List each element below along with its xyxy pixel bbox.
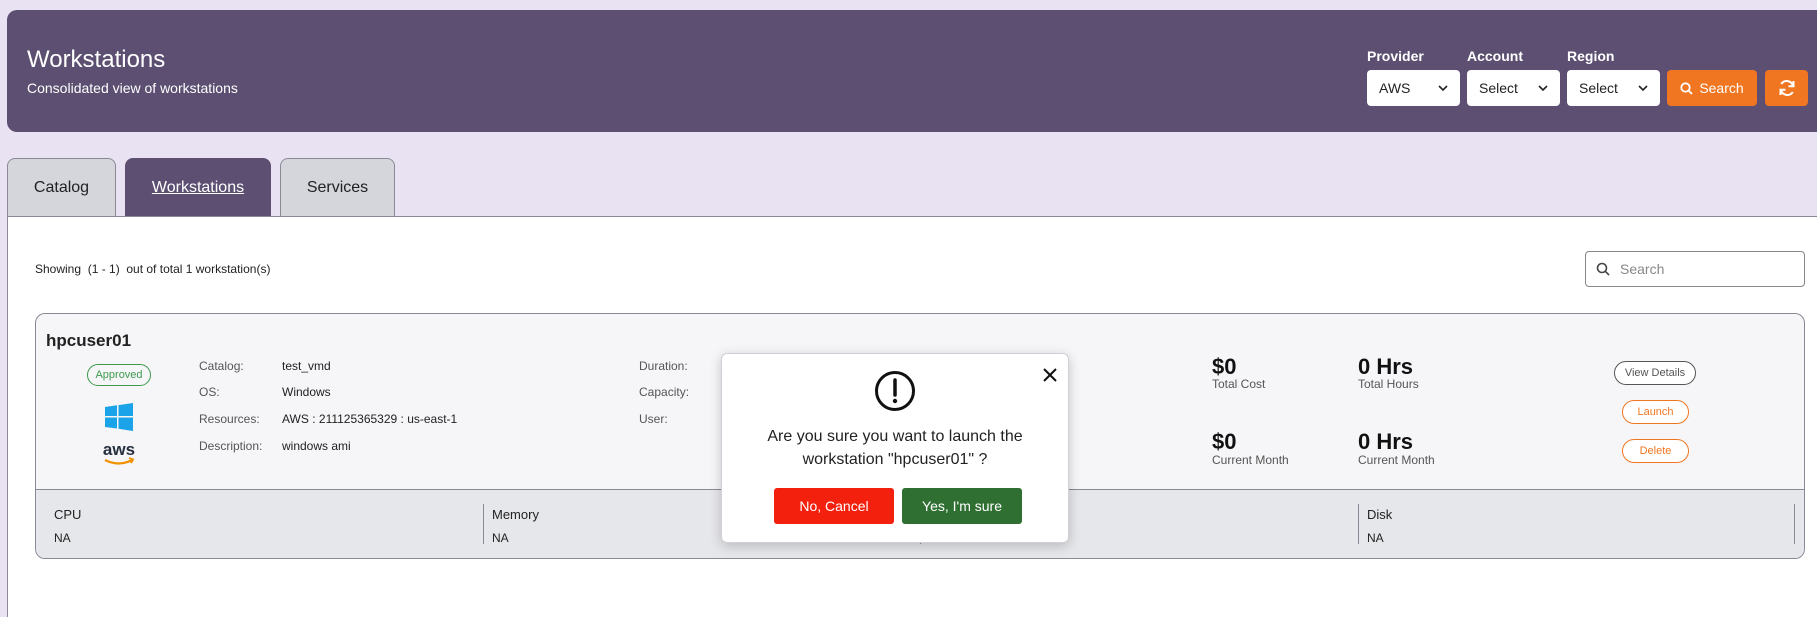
metric-divider (1794, 504, 1795, 544)
search-button[interactable]: Search (1667, 70, 1757, 106)
account-value: Select (1479, 80, 1518, 96)
os-value: Windows (282, 385, 331, 399)
tab-workstations[interactable]: Workstations (125, 158, 271, 216)
provider-value: AWS (1379, 80, 1411, 96)
search-icon (1596, 262, 1610, 276)
resources-label: Resources: (199, 412, 260, 426)
dialog-message-line1: Are you sure you want to launch the (767, 428, 1023, 445)
region-select[interactable]: Select (1567, 70, 1660, 106)
month-cost-caption: Current Month (1212, 453, 1289, 467)
refresh-icon (1779, 80, 1794, 96)
refresh-button[interactable] (1765, 70, 1808, 106)
aws-logo-icon: aws (103, 441, 135, 465)
capacity-label: Capacity: (639, 385, 690, 399)
user-label: User: (639, 412, 668, 426)
alert-icon (875, 371, 915, 411)
close-icon[interactable] (1042, 367, 1058, 383)
duration-label: Duration: (639, 359, 688, 373)
currency-symbol: $ (1212, 429, 1225, 454)
resources-value: AWS : 211125365329 : us-east-1 (282, 412, 458, 426)
metric-divider (483, 504, 484, 544)
total-cost-amount: 0 (1224, 354, 1237, 379)
view-details-button[interactable]: View Details (1614, 361, 1696, 385)
account-label: Account (1467, 48, 1523, 64)
workstation-name: hpcuser01 (46, 331, 132, 350)
total-hours-caption: Total Hours (1358, 377, 1419, 391)
chevron-down-icon (1638, 85, 1648, 92)
memory-value: NA (492, 531, 509, 545)
dialog-message: Are you sure you want to launch the work… (742, 425, 1048, 471)
status-badge: Approved (87, 364, 151, 386)
tab-catalog[interactable]: Catalog (7, 158, 116, 216)
provider-label: Provider (1367, 48, 1424, 64)
search-button-label: Search (1699, 80, 1744, 96)
page-header: Workstations Consolidated view of workst… (7, 10, 1817, 132)
search-field[interactable] (1585, 251, 1805, 287)
svg-text:aws: aws (103, 441, 135, 459)
region-value: Select (1579, 80, 1618, 96)
search-icon (1680, 81, 1693, 95)
provider-select[interactable]: AWS (1367, 70, 1460, 106)
month-cost-amount: 0 (1224, 429, 1237, 454)
catalog-value: test_vmd (282, 359, 331, 373)
page-subtitle: Consolidated view of workstations (27, 80, 238, 96)
os-label: OS: (199, 385, 220, 399)
chevron-down-icon (1438, 85, 1448, 92)
disk-value: NA (1367, 531, 1384, 545)
account-select[interactable]: Select (1467, 70, 1560, 106)
cpu-label: CPU (54, 507, 82, 522)
result-count: Showing (1 - 1) out of total 1 workstati… (35, 262, 271, 276)
description-label: Description: (199, 439, 263, 453)
disk-label: Disk (1367, 507, 1393, 522)
search-input[interactable] (1618, 260, 1792, 278)
metric-divider (1358, 504, 1359, 544)
windows-logo-icon (105, 403, 133, 431)
tab-services[interactable]: Services (280, 158, 395, 216)
page-title: Workstations (27, 46, 166, 73)
dialog-message-line2: workstation "hpcuser01" ? (802, 451, 988, 468)
month-cost-value: $0 (1212, 429, 1237, 455)
launch-button[interactable]: Launch (1622, 400, 1689, 424)
month-hours-value: 0 Hrs (1358, 429, 1414, 454)
region-label: Region (1567, 48, 1615, 64)
confirm-button[interactable]: Yes, I'm sure (902, 488, 1022, 524)
cancel-button[interactable]: No, Cancel (774, 488, 894, 524)
catalog-label: Catalog: (199, 359, 244, 373)
month-hours-caption: Current Month (1358, 453, 1435, 467)
chevron-down-icon (1538, 85, 1548, 92)
total-cost-caption: Total Cost (1212, 377, 1266, 391)
description-value: windows ami (282, 439, 351, 453)
delete-button[interactable]: Delete (1622, 439, 1689, 463)
launch-confirm-dialog: Are you sure you want to launch the work… (721, 353, 1069, 543)
currency-symbol: $ (1212, 354, 1225, 379)
memory-label: Memory (492, 507, 539, 522)
cpu-value: NA (54, 531, 71, 545)
